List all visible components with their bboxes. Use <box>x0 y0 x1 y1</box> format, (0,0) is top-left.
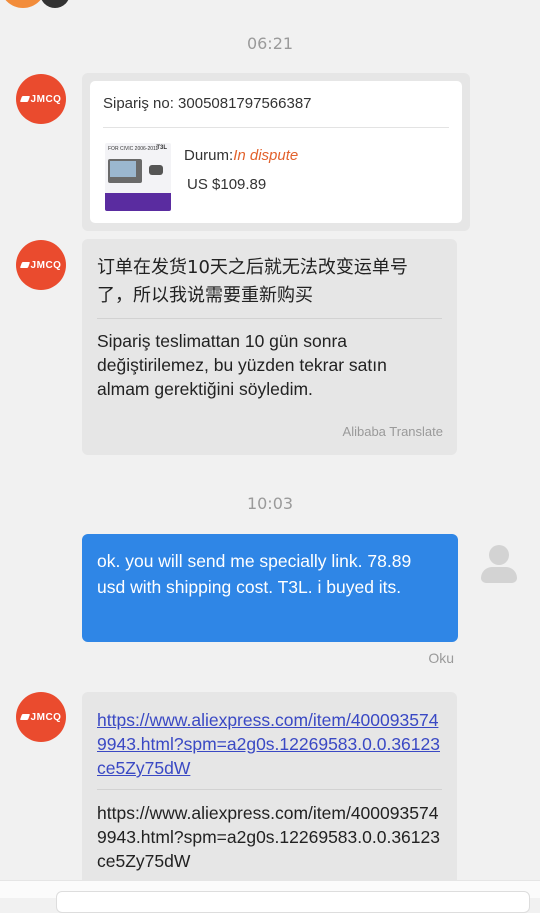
radio-screen-image <box>110 161 136 177</box>
shop-avatar[interactable]: JMCQ <box>16 74 66 124</box>
partial-avatar <box>0 0 46 8</box>
translator-label: Alibaba Translate <box>342 424 443 439</box>
thumbnail-caption: FOR CIVIC 2006-2011 <box>108 146 159 152</box>
divider <box>97 789 442 790</box>
divider <box>103 127 449 128</box>
logo-mark-icon <box>19 96 30 102</box>
order-card[interactable]: Sipariş no: 3005081797566387 FOR CIVIC 2… <box>90 81 462 223</box>
partial-avatar-dark <box>40 0 70 8</box>
incoming-message-bubble[interactable]: 订单在发货10天之后就无法改变运单号了，所以我说需要重新购买 Sipariş t… <box>82 239 457 455</box>
input-bar <box>0 880 540 913</box>
outgoing-message-text: ok. you will send me specially link. 78.… <box>97 551 412 597</box>
logo-mark-icon <box>19 714 30 720</box>
incoming-message-bubble[interactable]: https://www.aliexpress.com/item/40009357… <box>82 692 457 897</box>
translated-message-text: Sipariş teslimattan 10 gün sonra değişti… <box>97 331 387 399</box>
order-status: Durum:In dispute <box>184 147 298 164</box>
status-value: In dispute <box>233 147 299 164</box>
status-label: Durum: <box>184 147 234 164</box>
divider <box>97 318 442 319</box>
logo-mark-icon <box>19 262 30 268</box>
camera-image <box>149 165 163 175</box>
read-status: Oku <box>428 650 454 666</box>
order-price: US $109.89 <box>187 176 267 193</box>
message-input[interactable] <box>56 891 530 913</box>
shop-avatar[interactable]: JMCQ <box>16 240 66 290</box>
timestamp: 06:21 <box>246 34 294 53</box>
thumbnail-badge: T3L <box>156 145 167 151</box>
timestamp: 10:03 <box>246 494 294 513</box>
order-number: Sipariş no: 3005081797566387 <box>103 95 312 112</box>
original-message-text: 订单在发货10天之后就无法改变运单号了，所以我说需要重新购买 <box>97 257 408 306</box>
link-plain-text: https://www.aliexpress.com/item/40009357… <box>97 803 440 871</box>
product-link[interactable]: https://www.aliexpress.com/item/40009357… <box>97 708 442 780</box>
thumbnail-banner <box>105 193 171 211</box>
order-card-message[interactable]: Sipariş no: 3005081797566387 FOR CIVIC 2… <box>82 73 470 231</box>
outgoing-message-bubble[interactable]: ok. you will send me specially link. 78.… <box>82 534 458 642</box>
product-thumbnail[interactable]: FOR CIVIC 2006-2011 T3L <box>105 143 171 211</box>
shop-avatar[interactable]: JMCQ <box>16 692 66 742</box>
user-avatar-icon[interactable] <box>481 545 517 585</box>
